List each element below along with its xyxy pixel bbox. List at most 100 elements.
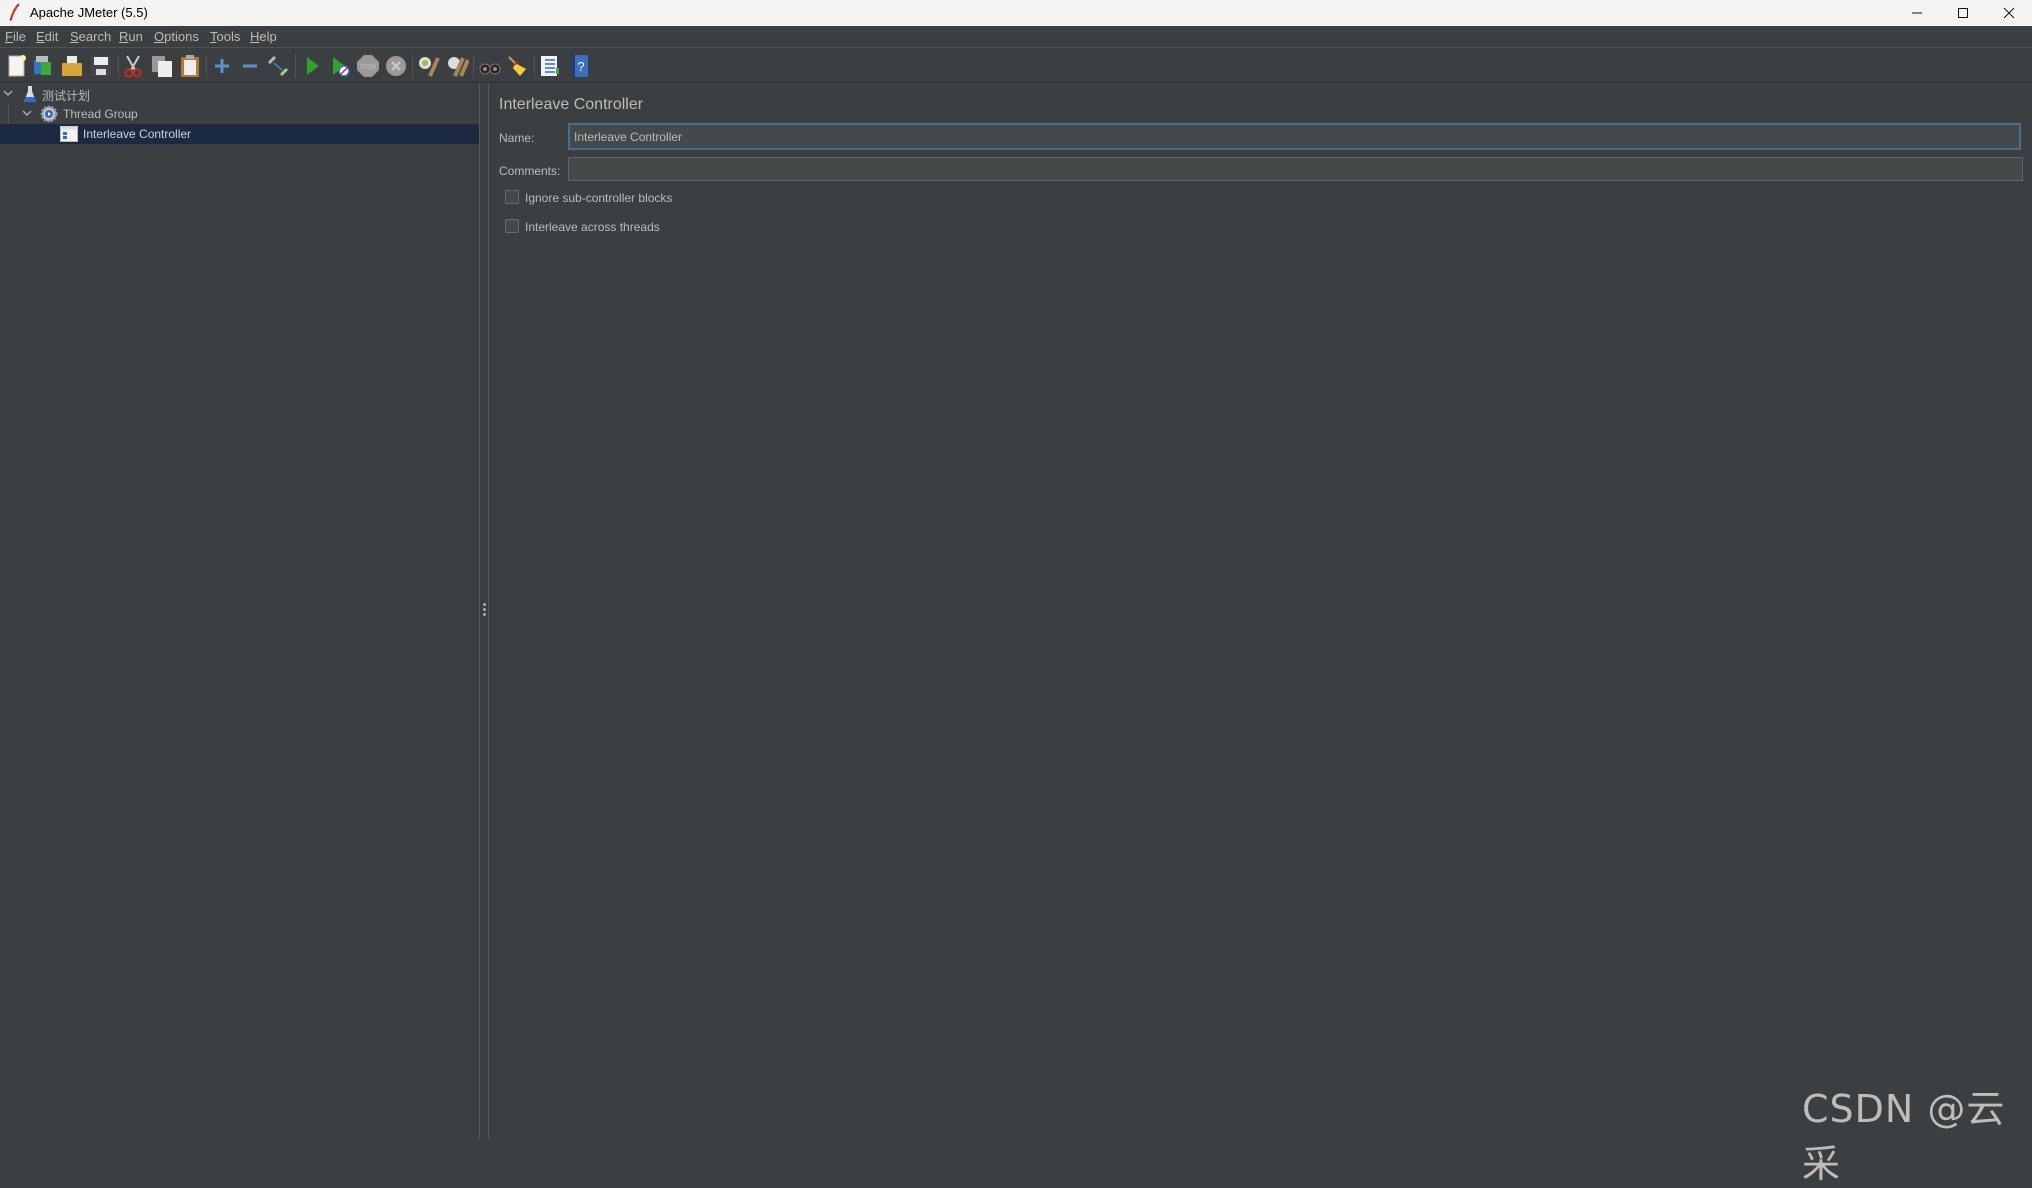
cut-button[interactable] (120, 53, 146, 79)
tree-node-label: Thread Group (63, 107, 138, 121)
collapse-icon (243, 64, 257, 68)
cut-icon (124, 55, 142, 78)
menu-search-mnemonic: S (70, 29, 79, 44)
tree-node-thread-group[interactable]: Thread Group (0, 104, 479, 124)
ignore-sub-controller-blocks-checkbox[interactable] (505, 190, 519, 204)
jmeter-feather-icon (9, 3, 20, 21)
comments-input[interactable] (568, 157, 2023, 181)
help-icon: ? (572, 55, 588, 77)
menu-run[interactable]: Run (119, 29, 143, 44)
toolbar-separator (295, 54, 296, 78)
templates-button[interactable] (30, 53, 56, 79)
clear-button[interactable] (415, 53, 441, 79)
menu-run-label: un (128, 29, 143, 44)
stop-icon: STOP (357, 55, 379, 77)
start-button[interactable] (299, 53, 325, 79)
save-icon (91, 56, 111, 76)
menu-edit-label: dit (44, 29, 59, 44)
menu-run-mnemonic: R (119, 29, 129, 44)
comments-label: Comments: (499, 164, 561, 178)
search-icon (479, 63, 501, 75)
minimize-button[interactable] (1894, 0, 1940, 26)
menu-options-mnemonic: O (154, 29, 165, 44)
controller-icon (60, 126, 78, 142)
clear-all-icon (448, 57, 469, 77)
close-button[interactable] (1986, 0, 2032, 26)
reset-search-button[interactable] (504, 53, 530, 79)
name-input[interactable] (568, 123, 2021, 150)
new-button[interactable] (4, 53, 30, 79)
paste-button[interactable] (177, 53, 203, 79)
function-helper-button[interactable] (536, 53, 562, 79)
search-button[interactable] (477, 53, 503, 79)
menu-bar: File Edit Search Run Options Tools Help (0, 26, 2032, 48)
menu-search-label: earch (78, 29, 112, 44)
menu-help-label: elp (259, 29, 277, 44)
toolbar-separator (534, 54, 535, 78)
toolbar-separator (118, 54, 119, 78)
clear-all-button[interactable] (444, 53, 470, 79)
interleave-across-threads-checkbox[interactable] (505, 219, 519, 233)
toolbar-separator (473, 54, 474, 78)
new-icon (8, 55, 26, 77)
close-icon (2003, 7, 2015, 19)
start-no-pauses-icon (333, 57, 350, 77)
csdn-watermark: CSDN @云采 (1802, 1087, 2006, 1186)
chevron-down-icon[interactable] (22, 110, 32, 118)
copy-button[interactable] (149, 53, 175, 79)
help-button[interactable]: ? (567, 53, 593, 79)
menu-file-mnemonic: F (5, 29, 13, 44)
tree-node-interleave-controller[interactable]: Interleave Controller (0, 124, 479, 144)
toolbar: STOP ? (0, 48, 2032, 82)
open-icon (62, 56, 82, 76)
copy-icon (152, 56, 172, 77)
flask-icon (24, 86, 36, 102)
menu-tools-label: ools (216, 29, 241, 44)
stop-button[interactable]: STOP (355, 53, 381, 79)
minimize-icon (1912, 12, 1922, 14)
tree-node-test-plan[interactable]: 测试计划 (0, 84, 479, 104)
toolbar-separator (412, 54, 413, 78)
menu-options[interactable]: Options (154, 29, 199, 44)
start-icon (307, 57, 319, 75)
shutdown-icon (386, 56, 406, 76)
title-bar: Apache JMeter (5.5) (0, 0, 2032, 26)
splitter-grip-dot (483, 613, 486, 616)
gear-icon (40, 105, 58, 123)
toggle-icon (267, 55, 289, 77)
ignore-sub-controller-blocks-label[interactable]: Ignore sub-controller blocks (525, 191, 672, 205)
test-plan-tree: 测试计划 Thread Group Interleave Controller (0, 83, 479, 1139)
menu-file[interactable]: File (5, 29, 26, 44)
start-no-pauses-button[interactable] (327, 53, 353, 79)
panel-title: Interleave Controller (499, 96, 644, 113)
window-title: Apache JMeter (5.5) (30, 5, 148, 20)
menu-edit[interactable]: Edit (36, 29, 58, 44)
chevron-down-icon[interactable] (3, 90, 13, 98)
collapse-all-button[interactable] (237, 53, 263, 79)
menu-search[interactable]: Search (70, 29, 111, 44)
open-button[interactable] (59, 53, 85, 79)
toolbar-separator (206, 54, 207, 78)
tree-node-label: Interleave Controller (83, 127, 192, 141)
tree-node-label: 测试计划 (42, 89, 91, 103)
function-helper-icon (541, 56, 559, 76)
expand-all-button[interactable] (209, 53, 235, 79)
paste-icon (181, 55, 199, 77)
toggle-button[interactable] (265, 53, 291, 79)
maximize-button[interactable] (1940, 0, 1986, 26)
name-label: Name: (499, 131, 535, 145)
broom-icon (508, 56, 526, 76)
clear-icon (419, 57, 440, 77)
menu-options-label: ptions (164, 29, 199, 44)
menu-edit-mnemonic: E (36, 29, 45, 44)
menu-tools[interactable]: Tools (210, 29, 240, 44)
save-button[interactable] (88, 53, 114, 79)
shutdown-button[interactable] (383, 53, 409, 79)
menu-help[interactable]: Help (250, 29, 277, 44)
interleave-across-threads-label[interactable]: Interleave across threads (525, 220, 660, 234)
maximize-icon (1958, 8, 1968, 18)
expand-icon (215, 59, 229, 73)
split-pane-divider[interactable] (479, 83, 489, 1139)
menu-help-mnemonic: H (250, 29, 260, 44)
splitter-grip-dot (483, 603, 486, 606)
